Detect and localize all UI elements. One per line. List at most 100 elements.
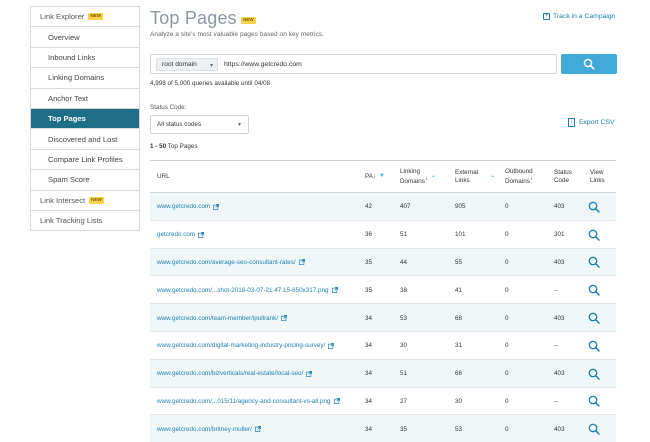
table-row: www.getcredo.com/britney-muller/34 35 53 0 4… [150, 415, 616, 442]
sidebar-item[interactable]: Anchor Text [31, 89, 139, 109]
view-links-button[interactable] [588, 304, 600, 332]
table-row: www.getcredo.com/...015/11/agency-and-co… [150, 388, 616, 416]
cell-outbound-domains: 0 [505, 342, 509, 350]
sidebar-item[interactable]: Link Intersect NEW [31, 191, 139, 211]
view-links-button[interactable] [588, 415, 600, 442]
url-link[interactable]: getcredo.com [157, 221, 205, 249]
col-pa-label: PA [365, 173, 373, 181]
cell-outbound-domains: 0 [505, 203, 509, 211]
col-external-links[interactable]: External Links ⌄ [455, 161, 495, 193]
cell-pa: 34 [365, 314, 373, 322]
url-text: www.getcredo.com/...shot-2018-03-07-21.4… [157, 286, 329, 294]
url-link[interactable]: www.getcredo.com/bizverticals/real-estat… [157, 360, 313, 388]
url-link[interactable]: www.getcredo.com/average-seo-consultant-… [157, 249, 305, 277]
col-outbound-domains-label: Outbound Domainsi [505, 168, 533, 186]
range-label: Top Pages [167, 143, 198, 150]
col-outbound-domains-line1: Outbound [505, 168, 533, 176]
page-title: Top Pages [150, 8, 237, 28]
sidebar-item-label: Spam Score [48, 175, 90, 185]
cell-linking-domains: 27 [400, 397, 408, 405]
external-link-icon[interactable] [254, 426, 261, 433]
url-link[interactable]: www.getcredo.com/...015/11/agency-and-co… [157, 388, 340, 416]
magnifier-icon [588, 312, 600, 324]
cell-linking-domains: 35 [400, 425, 408, 433]
sidebar-item[interactable]: Link Explorer NEW [31, 7, 139, 28]
col-status-code-line2: Code [554, 177, 570, 184]
col-external-links-label: External Links [455, 169, 478, 185]
url-link[interactable]: www.getcredo.com [157, 193, 220, 221]
cell-pa: 35 [365, 258, 373, 266]
search-input[interactable] [224, 60, 524, 68]
cell-external-links: 41 [455, 286, 463, 294]
sidebar-item-label: Top Pages [48, 114, 86, 124]
status-code-select[interactable]: All status codes ▾ [150, 115, 249, 134]
sidebar-item-label: Discovered and Lost [48, 134, 118, 144]
url-link[interactable]: www.getcredo.com/team-member/ipullrank/ [157, 304, 288, 332]
cell-linking-domains: 51 [400, 231, 408, 239]
sidebar-item[interactable]: Overview [31, 27, 139, 48]
scope-select[interactable]: root domain ▾ [156, 57, 218, 71]
col-linking-domains-line1: Linking [400, 168, 420, 176]
col-linking-domains[interactable]: Linking Domainsi ⌄ [400, 161, 436, 193]
track-in-campaign-link[interactable]: + Track in a Campaign [543, 13, 615, 20]
sidebar-item[interactable]: Link Tracking Lists [31, 211, 139, 232]
sidebar-item-label: Link Tracking Lists [40, 216, 103, 226]
magnifier-icon [588, 257, 600, 269]
status-code-label: Status Code: [150, 104, 187, 111]
export-csv-link[interactable]: ↓ Export CSV [568, 118, 615, 127]
table-row: www.getcredo.com/team-member/ipullrank/3… [150, 304, 616, 332]
view-links-button[interactable] [588, 360, 600, 388]
search-button[interactable] [561, 54, 617, 74]
sidebar-item[interactable]: Compare Link Profiles [31, 150, 139, 171]
external-link-icon[interactable] [306, 370, 313, 377]
sidebar-item[interactable]: Inbound Links [31, 48, 139, 69]
cell-status-code: 403 [554, 314, 565, 322]
external-link-icon[interactable] [198, 231, 205, 238]
search-icon [583, 58, 595, 70]
url-link[interactable]: www.getcredo.com/...shot-2018-03-07-21.4… [157, 276, 338, 304]
external-link-icon[interactable] [331, 287, 338, 294]
cell-pa: 35 [365, 286, 373, 294]
track-link-label: Track in a Campaign [553, 13, 616, 20]
col-pa[interactable]: PA i ▼ [365, 161, 385, 193]
url-text: www.getcredo.com/digital-marketing-indus… [157, 342, 326, 350]
col-view-links-line1: View [590, 169, 604, 177]
cell-outbound-domains: 0 [505, 258, 509, 266]
status-code-value: All status codes [157, 121, 202, 128]
external-link-icon[interactable] [333, 398, 340, 405]
view-links-button[interactable] [588, 276, 600, 304]
url-link[interactable]: www.getcredo.com/britney-muller/ [157, 415, 261, 442]
col-url[interactable]: URL [157, 161, 170, 193]
cell-pa: 34 [365, 425, 373, 433]
sidebar-item[interactable]: Linking Domains [31, 68, 139, 89]
cell-linking-domains: 53 [400, 314, 408, 322]
view-links-button[interactable] [588, 388, 600, 416]
view-links-button[interactable] [588, 193, 600, 221]
sidebar-item[interactable]: Discovered and Lost [31, 129, 139, 150]
external-link-icon[interactable] [328, 342, 335, 349]
cell-pa: 34 [365, 370, 373, 378]
external-link-icon[interactable] [213, 203, 220, 210]
col-linking-domains-label: Linking Domainsi [400, 168, 427, 186]
sidebar-item[interactable]: Top Pages [31, 108, 139, 130]
magnifier-icon [588, 396, 600, 408]
cell-status-code: -- [554, 286, 559, 294]
cell-pa: 34 [365, 397, 373, 405]
cell-pa: 42 [365, 203, 373, 211]
cell-status-code: 301 [554, 231, 565, 239]
view-links-button[interactable] [588, 249, 600, 277]
view-links-button[interactable] [588, 332, 600, 360]
table-header: URL PA i ▼ Linking Domainsi ⌄ External Li… [150, 161, 616, 193]
table-body: www.getcredo.com 42 407 905 0 403 getcredo.com… [150, 193, 616, 442]
sidebar-item-label: Overview [48, 32, 80, 42]
view-links-button[interactable] [588, 221, 600, 249]
url-link[interactable]: www.getcredo.com/digital-marketing-indus… [157, 332, 335, 360]
cell-external-links: 30 [455, 397, 463, 405]
sidebar-item[interactable]: Spam Score [31, 170, 139, 191]
magnifier-icon [588, 229, 600, 241]
magnifier-icon [588, 284, 600, 297]
external-link-icon[interactable] [298, 259, 305, 266]
col-outbound-domains[interactable]: Outbound Domainsi [505, 161, 533, 193]
external-link-icon[interactable] [281, 315, 288, 322]
search-bar: root domain ▾ [150, 54, 557, 74]
